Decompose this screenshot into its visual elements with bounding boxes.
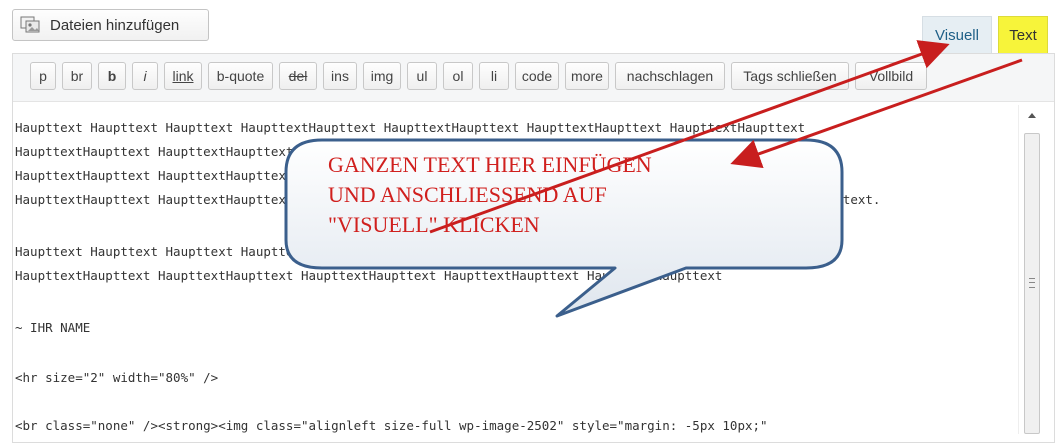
content-line: HaupttextHaupttext HaupttextHaupttext Ha… [15,268,723,283]
content-line: <hr size="2" width="80%" /> [15,370,219,385]
scrollbar-thumb[interactable] [1024,133,1040,434]
tab-text[interactable]: Text [998,16,1048,54]
add-media-icon [20,16,42,34]
qt-bquote-button[interactable]: b-quote [208,62,273,90]
qt-ol-button[interactable]: ol [443,62,473,90]
qt-p-button[interactable]: p [30,62,56,90]
callout-line: GANZEN TEXT HIER EINFÜGEN [328,152,652,177]
content-line: Haupttext Haupttext Haupttext HaupttextH… [15,244,806,259]
qt-li-button[interactable]: li [479,62,509,90]
signature-line: ~ IHR NAME [15,320,91,335]
qt-bold-button[interactable]: b [98,62,126,90]
add-media-button[interactable]: Dateien hinzufügen [12,9,209,41]
scroll-up-arrow-icon[interactable] [1028,113,1036,118]
qt-more-button[interactable]: more [565,62,609,90]
qt-fullscreen-button[interactable]: Vollbild [855,62,927,90]
qt-link-button[interactable]: link [164,62,202,90]
qt-italic-button[interactable]: i [132,62,158,90]
qt-br-button[interactable]: br [62,62,92,90]
callout-line: UND ANSCHLIESSEND AUF [328,182,607,207]
qt-code-button[interactable]: code [515,62,559,90]
add-media-label: Dateien hinzufügen [50,16,180,34]
vertical-scrollbar[interactable] [1018,105,1045,434]
callout-line: "VISUELL" KLICKEN [328,212,540,237]
qt-ins-button[interactable]: ins [323,62,357,90]
qt-lookup-button[interactable]: nachschlagen [615,62,725,90]
grip-icon [1029,278,1035,288]
qt-close-tags-button[interactable]: Tags schließen [731,62,849,90]
content-line: <br class="none" /><strong><img class="a… [15,418,768,433]
content-line: Haupttext Haupttext Haupttext HaupttextH… [15,120,806,135]
tab-visual[interactable]: Visuell [922,16,992,54]
qt-ul-button[interactable]: ul [407,62,437,90]
callout-text: GANZEN TEXT HIER EINFÜGEN UND ANSCHLIESS… [328,150,652,240]
qt-img-button[interactable]: img [363,62,401,90]
quicktags-toolbar: p br b i link b-quote del ins img ul ol … [13,54,1054,102]
qt-del-button[interactable]: del [279,62,317,90]
